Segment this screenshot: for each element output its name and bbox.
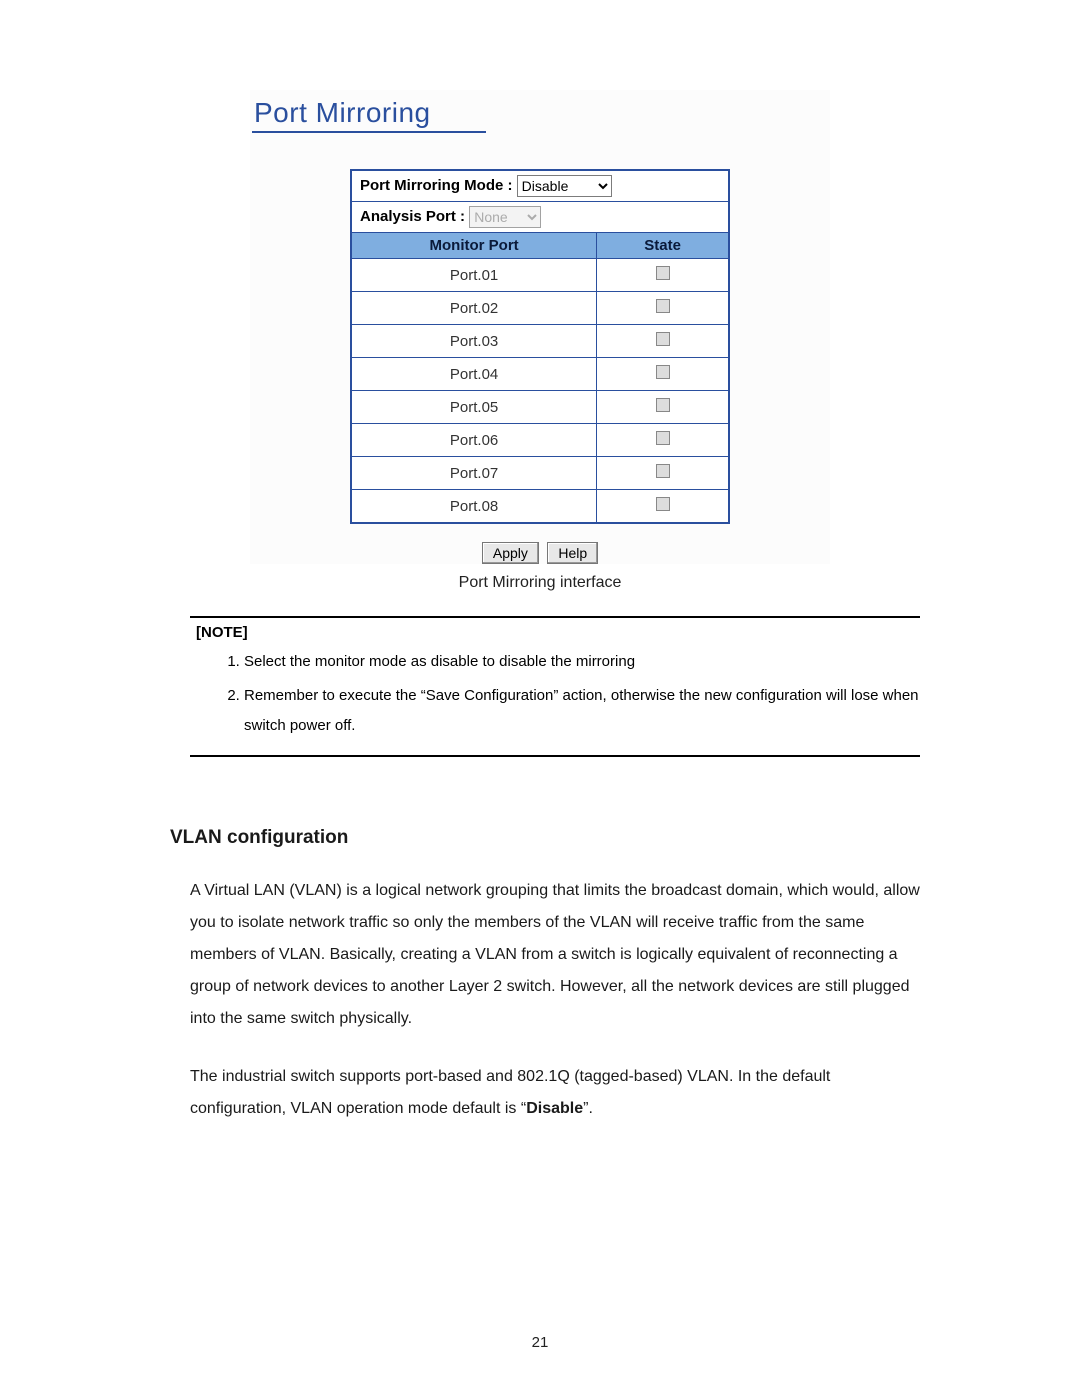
col-state-header: State [597, 233, 729, 259]
analysis-row: Analysis Port : None [351, 202, 729, 233]
mode-row: Port Mirroring Mode : Disable [351, 170, 729, 202]
mode-select[interactable]: Disable [517, 175, 612, 197]
port-state-checkbox[interactable] [656, 266, 670, 280]
port-state-checkbox[interactable] [656, 299, 670, 313]
p2-post: ”. [583, 1100, 593, 1117]
port-name-cell: Port.06 [351, 424, 597, 457]
document-page: Port Mirroring Port Mirroring Mode : Dis… [0, 0, 1080, 1397]
analysis-label: Analysis Port : [360, 208, 469, 225]
port-state-checkbox[interactable] [656, 431, 670, 445]
port-name-cell: Port.04 [351, 358, 597, 391]
port-state-cell [597, 358, 729, 391]
mode-label: Port Mirroring Mode : [360, 177, 517, 194]
vlan-heading: VLAN configuration [170, 827, 950, 849]
port-state-checkbox[interactable] [656, 332, 670, 346]
port-state-cell [597, 391, 729, 424]
port-state-checkbox[interactable] [656, 464, 670, 478]
port-state-cell [597, 457, 729, 490]
button-row: Apply Help [350, 542, 730, 564]
paragraph-1: A Virtual LAN (VLAN) is a logical networ… [190, 875, 920, 1035]
port-row: Port.05 [351, 391, 729, 424]
note-label: [NOTE] [196, 624, 248, 641]
port-state-checkbox[interactable] [656, 398, 670, 412]
port-row: Port.08 [351, 490, 729, 524]
port-state-checkbox[interactable] [656, 365, 670, 379]
port-state-cell [597, 424, 729, 457]
note-item: Select the monitor mode as disable to di… [244, 647, 920, 677]
port-row: Port.01 [351, 259, 729, 292]
port-name-cell: Port.08 [351, 490, 597, 524]
port-row: Port.04 [351, 358, 729, 391]
port-name-cell: Port.05 [351, 391, 597, 424]
note-list: Select the monitor mode as disable to di… [190, 647, 920, 741]
port-row: Port.03 [351, 325, 729, 358]
analysis-select[interactable]: None [469, 206, 541, 228]
port-state-cell [597, 259, 729, 292]
body-text: A Virtual LAN (VLAN) is a logical networ… [190, 875, 920, 1125]
port-name-cell: Port.01 [351, 259, 597, 292]
port-row: Port.02 [351, 292, 729, 325]
p2-pre: The industrial switch supports port-base… [190, 1068, 830, 1117]
port-row: Port.06 [351, 424, 729, 457]
port-row: Port.07 [351, 457, 729, 490]
config-table-wrap: Port Mirroring Mode : Disable Analysis P… [350, 169, 730, 564]
note-block: [NOTE] Select the monitor mode as disabl… [190, 616, 920, 757]
note-item: Remember to execute the “Save Configurat… [244, 681, 920, 741]
panel-title: Port Mirroring [252, 91, 486, 133]
port-state-cell [597, 490, 729, 524]
port-name-cell: Port.02 [351, 292, 597, 325]
col-monitor-header: Monitor Port [351, 233, 597, 259]
config-table: Port Mirroring Mode : Disable Analysis P… [350, 169, 730, 524]
port-name-cell: Port.03 [351, 325, 597, 358]
port-state-cell [597, 292, 729, 325]
page-number: 21 [0, 1334, 1080, 1351]
port-name-cell: Port.07 [351, 457, 597, 490]
apply-button[interactable]: Apply [482, 542, 539, 564]
p2-bold: Disable [526, 1100, 583, 1117]
port-mirroring-panel: Port Mirroring Port Mirroring Mode : Dis… [250, 90, 830, 564]
paragraph-2: The industrial switch supports port-base… [190, 1061, 920, 1125]
help-button[interactable]: Help [547, 542, 598, 564]
figure-caption: Port Mirroring interface [130, 574, 950, 592]
port-state-checkbox[interactable] [656, 497, 670, 511]
port-state-cell [597, 325, 729, 358]
table-header-row: Monitor Port State [351, 233, 729, 259]
